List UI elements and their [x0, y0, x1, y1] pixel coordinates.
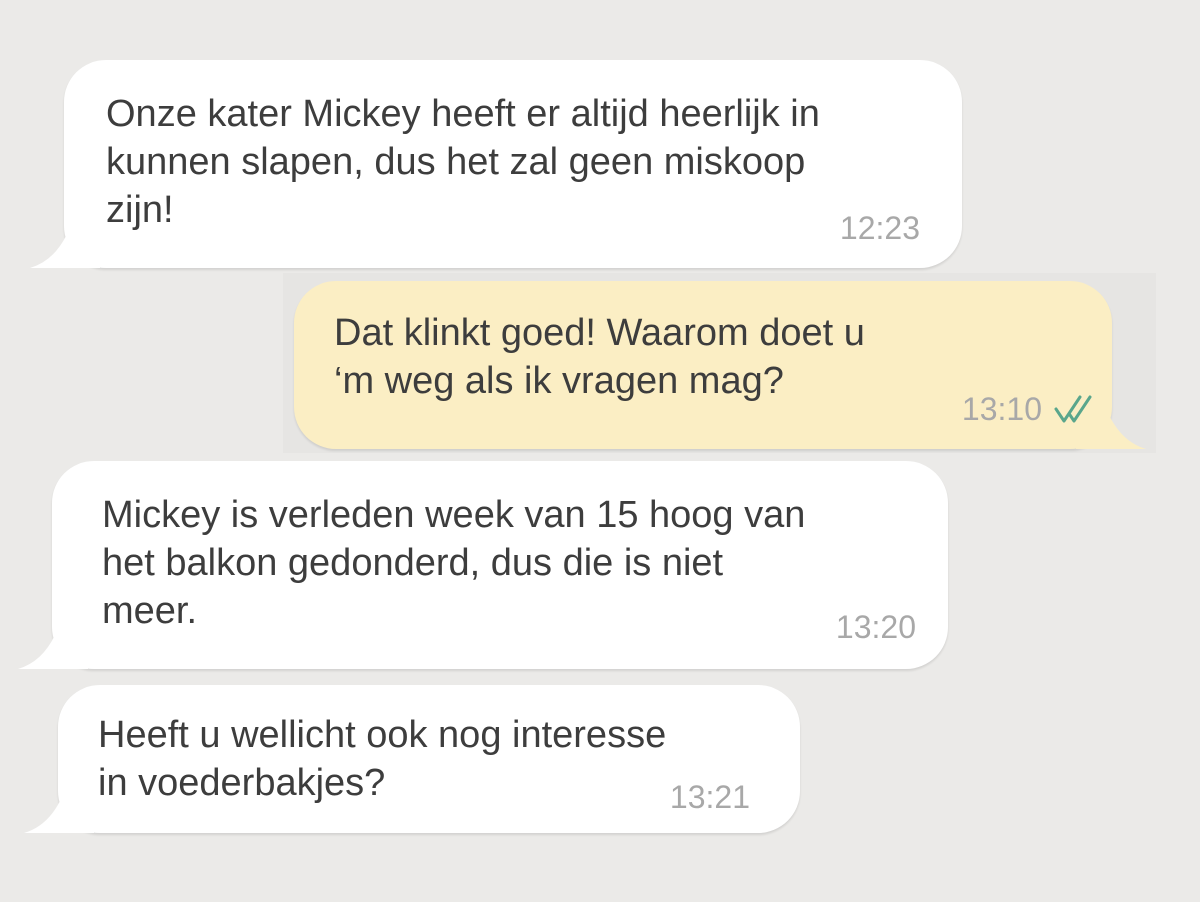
incoming-message-bubble[interactable]: Onze kater Mickey heeft er altijd heerli…: [30, 60, 962, 268]
bubble-tail-icon: [30, 208, 100, 268]
bubble-tail-icon: [18, 609, 88, 669]
timestamp-text: 13:10: [961, 391, 1042, 427]
message-text: Heeft u wellicht ook nog interesse in vo…: [98, 714, 667, 804]
double-check-icon: [1054, 395, 1092, 423]
message-text: Onze kater Mickey heeft er altijd heerli…: [106, 93, 820, 231]
bubble-tail-icon: [24, 773, 94, 833]
message-timestamp: 13:20: [836, 609, 916, 645]
message-timestamp: 12:23: [840, 210, 920, 246]
incoming-message-bubble[interactable]: Mickey is verleden week van 15 hoog van …: [18, 461, 948, 669]
timestamp-text: 12:23: [839, 210, 920, 246]
timestamp-text: 13:20: [835, 609, 916, 645]
message-text: Mickey is verleden week van 15 hoog van …: [102, 494, 806, 632]
incoming-message-bubble[interactable]: Heeft u wellicht ook nog interesse in vo…: [24, 685, 800, 833]
outgoing-message-bubble[interactable]: Dat klinkt goed! Waarom doet u ‘m weg al…: [294, 281, 1146, 449]
message-timestamp: 13:10: [962, 391, 1092, 427]
message-text: Dat klinkt goed! Waarom doet u ‘m weg al…: [334, 312, 865, 402]
timestamp-text: 13:21: [669, 779, 750, 815]
message-timestamp: 13:21: [670, 779, 750, 815]
